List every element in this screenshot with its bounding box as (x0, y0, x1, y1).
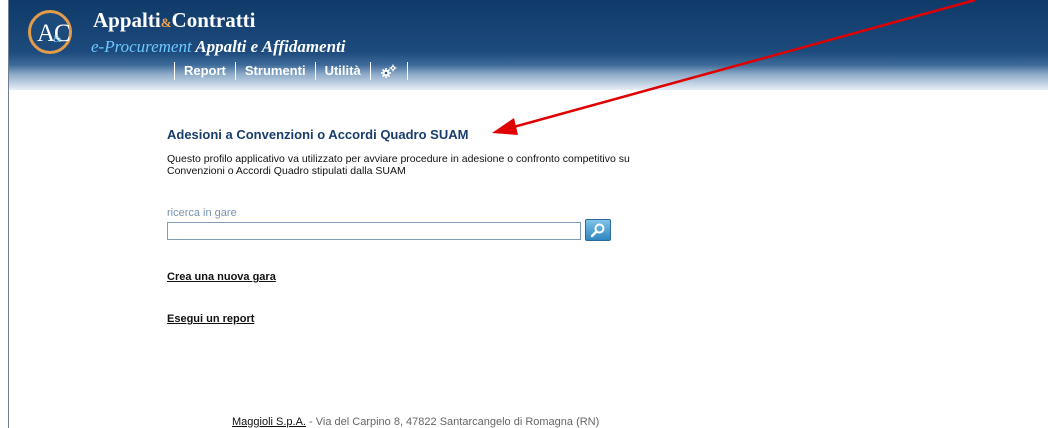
footer: Maggioli S.p.A. - Via del Carpino 8, 478… (232, 416, 599, 428)
menu-separator (406, 62, 408, 80)
gears-icon[interactable] (371, 63, 407, 79)
page-title: Adesioni a Convenzioni o Accordi Quadro … (167, 127, 469, 142)
menu-item-strumenti[interactable]: Strumenti (236, 62, 315, 80)
search-input[interactable] (167, 222, 581, 240)
app-header: AC & Appalti&Contratti e-Procurement App… (9, 0, 1048, 90)
logo[interactable]: AC & (28, 10, 72, 54)
logo-ampersand: & (53, 33, 62, 45)
app-title-part2: Contratti (171, 8, 256, 32)
menu-item-report[interactable]: Report (175, 62, 235, 80)
footer-company-link[interactable]: Maggioli S.p.A. (232, 416, 306, 428)
search-button[interactable] (585, 219, 611, 241)
main-menu: Report Strumenti Utilità (174, 62, 408, 80)
page-description: Questo profilo applicativo va utilizzato… (167, 153, 630, 177)
run-report-link[interactable]: Esegui un report (167, 313, 254, 325)
app-title: Appalti&Contratti (93, 10, 256, 31)
menu-item-utilita[interactable]: Utilità (316, 62, 370, 80)
footer-address: - Via del Carpino 8, 47822 Santarcangelo… (305, 416, 600, 428)
search-icon (590, 223, 605, 238)
create-new-tender-link[interactable]: Crea una nuova gara (167, 271, 276, 283)
app-title-amp: & (160, 15, 172, 30)
app-subtitle-eprocurement: e-Procurement (91, 37, 192, 56)
app-subtitle: e-Procurement Appalti e Affidamenti (91, 38, 346, 55)
app-title-part1: Appalti (93, 8, 161, 32)
app-subtitle-rest: Appalti e Affidamenti (191, 37, 346, 56)
search-label: ricerca in gare (167, 207, 237, 219)
